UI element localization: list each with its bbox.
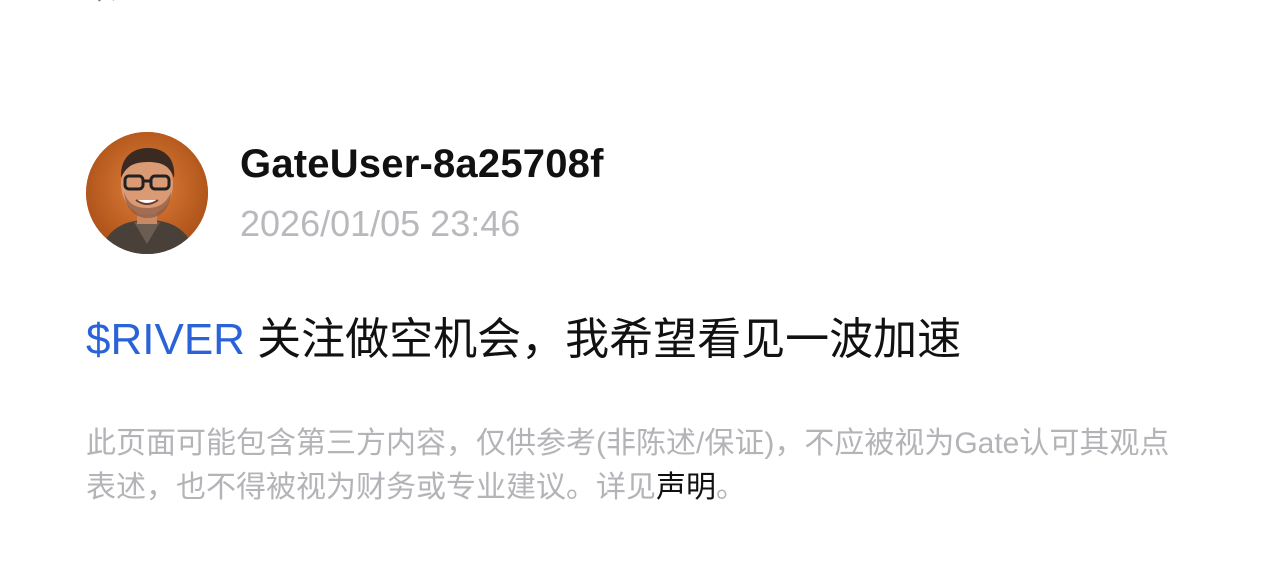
disclaimer: 此页面可能包含第三方内容，仅供参考(非陈述/保证)，不应被视为Gate认可其观点…: [86, 422, 1176, 510]
statement-link[interactable]: 声明: [656, 471, 716, 504]
post-card: GateUser-8a25708f 2026/01/05 23:46 $RIVE…: [86, 132, 1196, 510]
disclaimer-text: 此页面可能包含第三方内容，仅供参考(非陈述/保证)，不应被视为Gate认可其观点…: [86, 427, 1170, 504]
author-meta: GateUser-8a25708f 2026/01/05 23:46: [240, 140, 604, 246]
top-edge-fragment: [92, 0, 122, 4]
post-timestamp: 2026/01/05 23:46: [240, 203, 521, 244]
post-body: $RIVER 关注做空机会，我希望看见一波加速: [86, 312, 1196, 368]
ticker-link[interactable]: $RIVER: [86, 315, 245, 364]
username[interactable]: GateUser-8a25708f: [240, 140, 604, 188]
post-text: 关注做空机会，我希望看见一波加速: [244, 315, 962, 364]
avatar[interactable]: [86, 132, 208, 254]
disclaimer-suffix: 。: [716, 471, 746, 504]
post-author: GateUser-8a25708f 2026/01/05 23:46: [86, 132, 1196, 254]
avatar-image: [86, 132, 208, 254]
